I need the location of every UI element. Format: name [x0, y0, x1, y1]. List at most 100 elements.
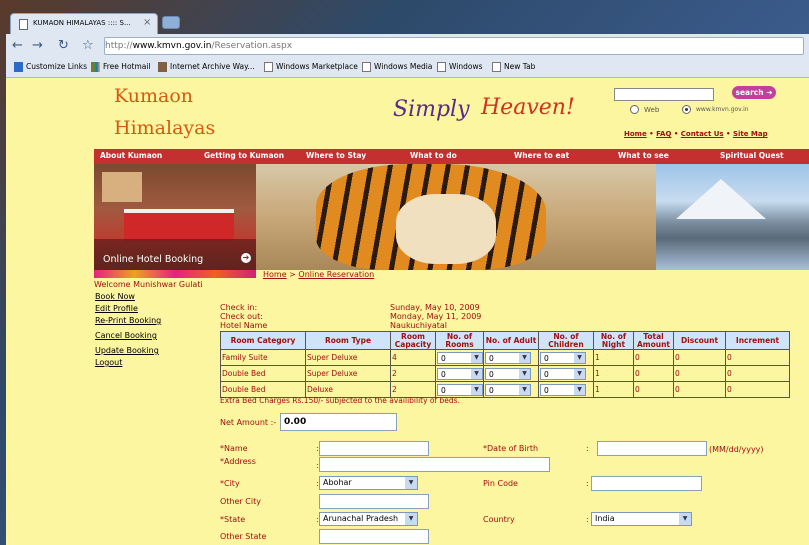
reload-icon[interactable]: ↻ [58, 38, 69, 53]
chevron-down-icon: ▼ [405, 513, 417, 525]
cell-capacity: 4 [390, 349, 436, 366]
site-logo-line2[interactable]: Himalayas [114, 117, 215, 139]
link-faq[interactable]: FAQ [656, 130, 671, 138]
bookmark-customize-links[interactable]: Customize Links [14, 62, 87, 72]
radio-site[interactable] [682, 105, 691, 114]
cell-rooms: 0 ▼ [435, 365, 484, 382]
url-domain: www.kmvn.gov.in [132, 41, 212, 51]
bookmark-free-hotmail[interactable]: Free Hotmail [91, 62, 151, 72]
url-prefix: http:// [105, 41, 133, 51]
cell-adult: 0 ▼ [483, 365, 539, 382]
children-select[interactable]: 0 ▼ [540, 367, 586, 380]
col-no-of-children: No. of Children [538, 331, 594, 350]
address-bar[interactable]: http://www.kmvn.gov.in/Reservation.aspx [104, 37, 804, 55]
select-value: 0 [489, 353, 494, 363]
adult-select[interactable]: 0 ▼ [485, 383, 531, 396]
cell-rooms: 0 ▼ [435, 349, 484, 366]
net-amount-field[interactable]: 0.00 [280, 413, 397, 431]
page-icon [19, 19, 28, 30]
sidebar-cancel-booking[interactable]: Cancel Booking [95, 331, 157, 340]
pincode-input[interactable] [591, 476, 702, 491]
link-contact-us[interactable]: Contact Us [681, 130, 724, 138]
menu-getting-to-kumaon[interactable]: Getting to Kumaon [204, 151, 284, 160]
other-state-input[interactable] [319, 529, 429, 544]
dob-input[interactable] [597, 441, 707, 456]
state-select[interactable]: Arunachal Pradesh ▼ [319, 512, 418, 526]
bookmark-windows-media[interactable]: Windows Media [362, 62, 432, 72]
sidebar-logout[interactable]: Logout [95, 358, 122, 367]
page-icon [264, 62, 273, 72]
menu-spiritual-quest[interactable]: Spiritual Quest [720, 151, 784, 160]
menu-where-to-stay[interactable]: Where to Stay [306, 151, 366, 160]
chevron-down-icon: ▼ [574, 368, 585, 379]
back-icon[interactable]: ← [12, 38, 23, 53]
bookmark-windows[interactable]: Windows [437, 62, 482, 72]
checkout-label: Check out: [220, 312, 263, 321]
chevron-down-icon: ▼ [471, 368, 482, 379]
children-select[interactable]: 0 ▼ [540, 351, 586, 364]
search-button[interactable]: search ➔ [732, 86, 776, 99]
cell-children: 0 ▼ [538, 365, 594, 382]
cell-children: 0 ▼ [538, 349, 594, 366]
children-select[interactable]: 0 ▼ [540, 383, 586, 396]
rooms-table: Room Category Room Type Room Capacity No… [220, 331, 790, 398]
city-value: Abohar [323, 478, 352, 487]
sidebar-update-booking[interactable]: Update Booking [95, 346, 159, 355]
country-select[interactable]: India ▼ [591, 512, 692, 526]
chevron-down-icon: ▼ [405, 477, 417, 489]
bookmarks-bar: Customize Links Free Hotmail Internet Ar… [6, 58, 809, 78]
main-menu: About Kumaon Getting to Kumaon Where to … [94, 149, 809, 164]
menu-about-kumaon[interactable]: About Kumaon [100, 151, 162, 160]
rooms-select[interactable]: 0 ▼ [437, 367, 483, 380]
cell-category: Double Bed [220, 365, 306, 382]
hotel-name-value: Naukuchiyatal [390, 321, 448, 330]
cell-adult: 0 ▼ [483, 349, 539, 366]
bookmark-new-tab[interactable]: New Tab [492, 62, 535, 72]
city-select[interactable]: Abohar ▼ [319, 476, 418, 490]
state-value: Arunachal Pradesh [323, 514, 399, 523]
bookmark-windows-marketplace[interactable]: Windows Marketplace [264, 62, 358, 72]
adult-select[interactable]: 0 ▼ [485, 351, 531, 364]
search-input[interactable] [614, 88, 714, 101]
sidebar-book-now[interactable]: Book Now [95, 292, 135, 301]
archive-icon [158, 62, 167, 72]
radio-web[interactable] [630, 105, 639, 114]
adult-select[interactable]: 0 ▼ [485, 367, 531, 380]
search-button-label: search [735, 88, 764, 97]
address-input[interactable] [319, 457, 550, 472]
sidebar-edit-profile[interactable]: Edit Profile [95, 304, 138, 313]
name-input[interactable] [319, 441, 429, 456]
star-icon[interactable]: ☆ [82, 38, 94, 53]
link-site-map[interactable]: Site Map [733, 130, 768, 138]
forward-icon[interactable]: → [32, 38, 43, 53]
breadcrumb-current[interactable]: Online Reservation [298, 270, 374, 279]
city-label: *City [220, 479, 240, 488]
cell-night: 1 [593, 365, 634, 382]
msn-icon [91, 62, 100, 72]
bookmark-internet-archive[interactable]: Internet Archive Way... [158, 62, 255, 72]
menu-what-to-see[interactable]: What to see [618, 151, 669, 160]
breadcrumb-home[interactable]: Home [263, 270, 287, 279]
rooms-select[interactable]: 0 ▼ [437, 383, 483, 396]
new-tab-button[interactable] [162, 16, 180, 29]
bookmark-label: Free Hotmail [103, 62, 151, 71]
checkin-label: Check in: [220, 303, 258, 312]
link-sep: • [671, 130, 681, 138]
site-logo-line1[interactable]: Kumaon [114, 85, 193, 107]
close-tab-icon[interactable]: × [143, 17, 151, 28]
browser-window: KUMAON HIMALAYAS :::: S... × ← → ↻ ☆ htt… [6, 4, 809, 78]
menu-where-to-eat[interactable]: Where to eat [514, 151, 569, 160]
other-city-input[interactable] [319, 494, 429, 509]
link-sep: • [646, 130, 657, 138]
extra-bed-note: Extra Bed Charges Rs.150/- subjected to … [220, 396, 460, 405]
cell-type: Super Deluxe [305, 349, 391, 366]
browser-tab[interactable]: KUMAON HIMALAYAS :::: S... × [10, 13, 158, 34]
menu-what-to-do[interactable]: What to do [410, 151, 457, 160]
link-home[interactable]: Home [624, 130, 647, 138]
sidebar-reprint-booking[interactable]: Re-Print Booking [95, 316, 161, 325]
hotel-banner-image[interactable]: Online Hotel Booking ➔ [94, 164, 256, 276]
bookmark-label: Internet Archive Way... [170, 62, 255, 71]
top-links: Home • FAQ • Contact Us • Site Map [624, 130, 768, 138]
rooms-select[interactable]: 0 ▼ [437, 351, 483, 364]
cell-night: 1 [593, 349, 634, 366]
